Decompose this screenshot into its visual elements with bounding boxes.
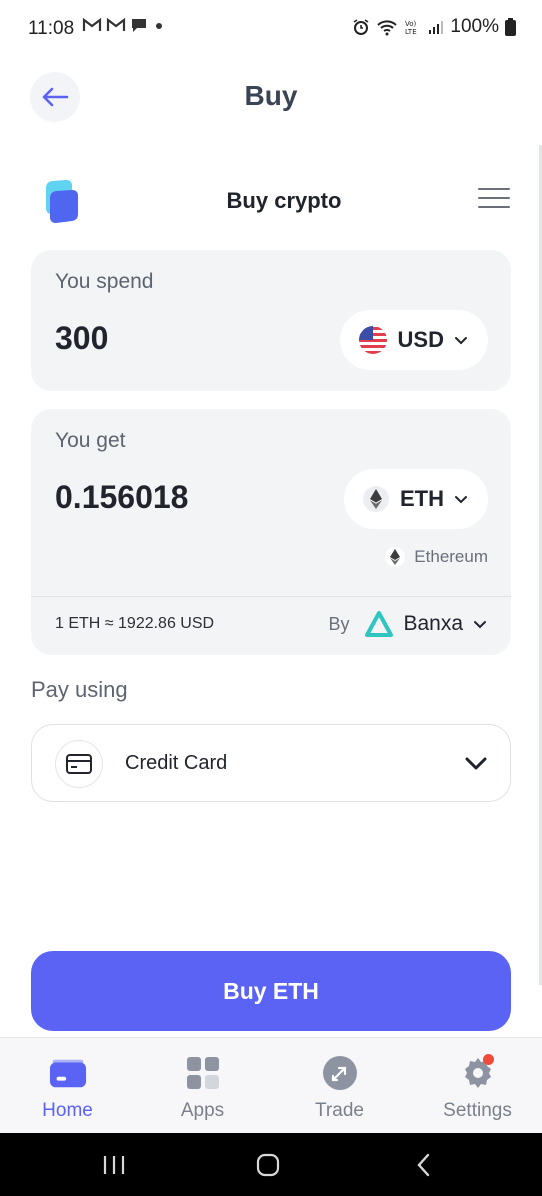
nav-home-label: Home [42, 1100, 93, 1121]
menu-line [478, 188, 510, 190]
nav-settings[interactable]: Settings [410, 1038, 542, 1134]
payment-method-label: Credit Card [125, 752, 228, 774]
spend-amount-input[interactable]: 300 [55, 320, 108, 357]
nav-apps-label: Apps [180, 1100, 225, 1121]
home-button[interactable] [248, 1149, 288, 1181]
nav-trade-label: Trade [315, 1100, 364, 1121]
network-name: Ethereum [414, 547, 488, 566]
pay-using-label: Pay using [31, 677, 128, 702]
chevron-down-icon [474, 621, 486, 629]
spend-label: You spend [55, 270, 154, 293]
battery-percent: 100% [450, 16, 499, 37]
system-back-button[interactable] [404, 1149, 444, 1181]
spend-card: You spend 300 USD [31, 250, 511, 391]
chevron-left-icon [417, 1153, 430, 1177]
dot-icon [156, 23, 162, 29]
recents-button[interactable] [94, 1149, 134, 1181]
network-label: Ethereum [384, 546, 488, 568]
nav-settings-label: Settings [443, 1100, 512, 1121]
get-amount: 0.156018 [55, 479, 189, 515]
status-bar: 11:08 Vo) LTE 100% [0, 0, 542, 60]
eth-icon [363, 486, 389, 512]
get-card: You get 0.156018 ETH Ethereum 1 ETH ≈ 19… [31, 409, 511, 655]
svg-text:Vo): Vo) [405, 20, 417, 28]
battery-icon [505, 18, 516, 36]
nav-apps[interactable]: Apps [135, 1038, 270, 1134]
get-currency-code: ETH [400, 486, 444, 511]
provider-prefix: By [328, 613, 350, 634]
gear-icon [459, 1054, 497, 1092]
notification-icons [82, 17, 166, 33]
provider-name: Banxa [403, 612, 463, 635]
gmail-icon [82, 17, 102, 31]
chevron-down-icon [465, 757, 487, 770]
wallet-icon [49, 1054, 87, 1092]
divider [31, 596, 511, 597]
payment-method-select[interactable]: Credit Card [31, 724, 511, 802]
svg-text:LTE: LTE [405, 28, 417, 36]
eth-icon [385, 547, 406, 567]
get-currency-select[interactable]: ETH [344, 469, 488, 529]
nav-home[interactable]: Home [0, 1038, 135, 1134]
spend-currency-select[interactable]: USD [339, 310, 488, 370]
recents-icon [103, 1156, 125, 1174]
swap-icon [321, 1054, 359, 1092]
notification-badge [482, 1054, 494, 1065]
payment-icon-wrap [55, 740, 103, 788]
spend-currency-code: USD [397, 327, 444, 352]
menu-line [478, 206, 510, 208]
exchange-rate: 1 ETH ≈ 1922.86 USD [55, 615, 215, 632]
banxa-logo-icon [365, 611, 394, 637]
us-flag-icon [358, 326, 387, 354]
chat-icon [132, 19, 146, 32]
bottom-nav: Home Apps Trade Settings [0, 1037, 542, 1133]
page-title: Buy [244, 80, 298, 111]
credit-card-icon [66, 754, 92, 774]
wifi-icon [377, 20, 398, 36]
signal-icon [429, 21, 444, 34]
alarm-icon [353, 19, 369, 35]
provider-select[interactable]: By Banxa [328, 611, 487, 637]
status-time: 11:08 [28, 18, 75, 39]
gmail-icon [106, 17, 126, 31]
hamburger-menu-button[interactable] [478, 188, 510, 212]
nav-trade[interactable]: Trade [272, 1038, 407, 1134]
status-right: Vo) LTE 100% [352, 16, 516, 38]
system-nav-bar [0, 1133, 542, 1196]
chevron-down-icon [455, 337, 467, 345]
volte-icon: Vo)LTE [405, 20, 417, 36]
home-circle-icon [256, 1153, 280, 1177]
apps-grid-icon [184, 1054, 222, 1092]
chevron-down-icon [455, 496, 467, 504]
buy-eth-button[interactable]: Buy ETH [31, 951, 511, 1031]
menu-line [478, 197, 510, 199]
get-label: You get [55, 429, 126, 452]
widget-title: Buy crypto [226, 188, 342, 213]
